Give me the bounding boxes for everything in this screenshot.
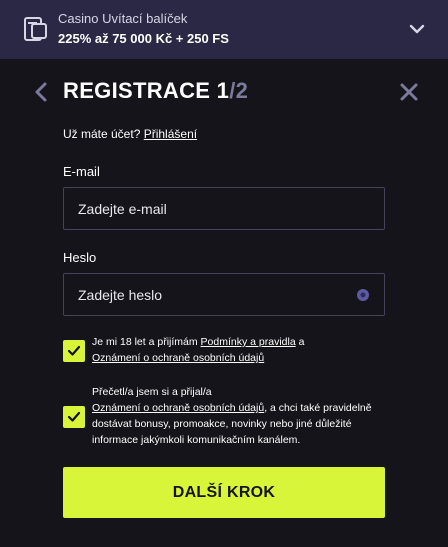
terms-link[interactable]: Podmínky a pravidla <box>201 336 296 348</box>
email-field[interactable] <box>64 188 384 229</box>
chevron-down-icon[interactable] <box>407 21 427 37</box>
login-link[interactable]: Přihlášení <box>144 127 197 141</box>
title-text: REGISTRACE <box>63 78 211 103</box>
close-icon[interactable] <box>398 81 420 103</box>
terms-text-before: Je mi 18 let a přijímám <box>92 336 201 348</box>
marketing-text-before: Přečetl/a jsem si a přijal/a <box>92 386 212 398</box>
marketing-privacy-link[interactable]: Oznámení o ochraně osobních údajů <box>92 402 264 414</box>
password-label: Heslo <box>63 250 97 265</box>
checkmark-icon <box>67 345 81 356</box>
password-field[interactable] <box>64 274 384 315</box>
terms-consent-text: Je mi 18 let a přijímám Podmínky a pravi… <box>92 334 392 366</box>
banner-subtitle: Casino Uvítací balíček <box>58 11 188 26</box>
password-field-wrapper <box>63 273 385 316</box>
current-step: 1 <box>216 78 230 103</box>
email-field-wrapper <box>63 187 385 230</box>
promo-banner[interactable]: Casino Uvítací balíček 225% až 75 000 Kč… <box>0 0 448 59</box>
have-account-prompt: Už máte účet? <box>63 127 141 141</box>
checkmark-icon <box>67 411 81 422</box>
email-label: E-mail <box>63 164 100 179</box>
back-arrow-icon[interactable] <box>30 80 52 104</box>
banner-title: 225% až 75 000 Kč + 250 FS <box>58 31 229 46</box>
have-account-text: Už máte účet? Přihlášení <box>63 127 197 141</box>
gift-card-icon <box>24 17 47 41</box>
next-step-button[interactable]: DALŠÍ KROK <box>63 467 385 518</box>
terms-text-mid: a <box>295 336 305 348</box>
marketing-consent-text: Přečetl/a jsem si a přijal/a Oznámení o … <box>92 384 372 448</box>
total-steps: 2 <box>235 78 249 103</box>
privacy-link[interactable]: Oznámení o ochraně osobních údajů <box>92 352 264 364</box>
terms-checkbox[interactable] <box>63 340 85 362</box>
marketing-checkbox[interactable] <box>63 406 85 428</box>
page-title: REGISTRACE 1/2 <box>63 78 248 104</box>
show-password-icon[interactable] <box>356 288 370 302</box>
